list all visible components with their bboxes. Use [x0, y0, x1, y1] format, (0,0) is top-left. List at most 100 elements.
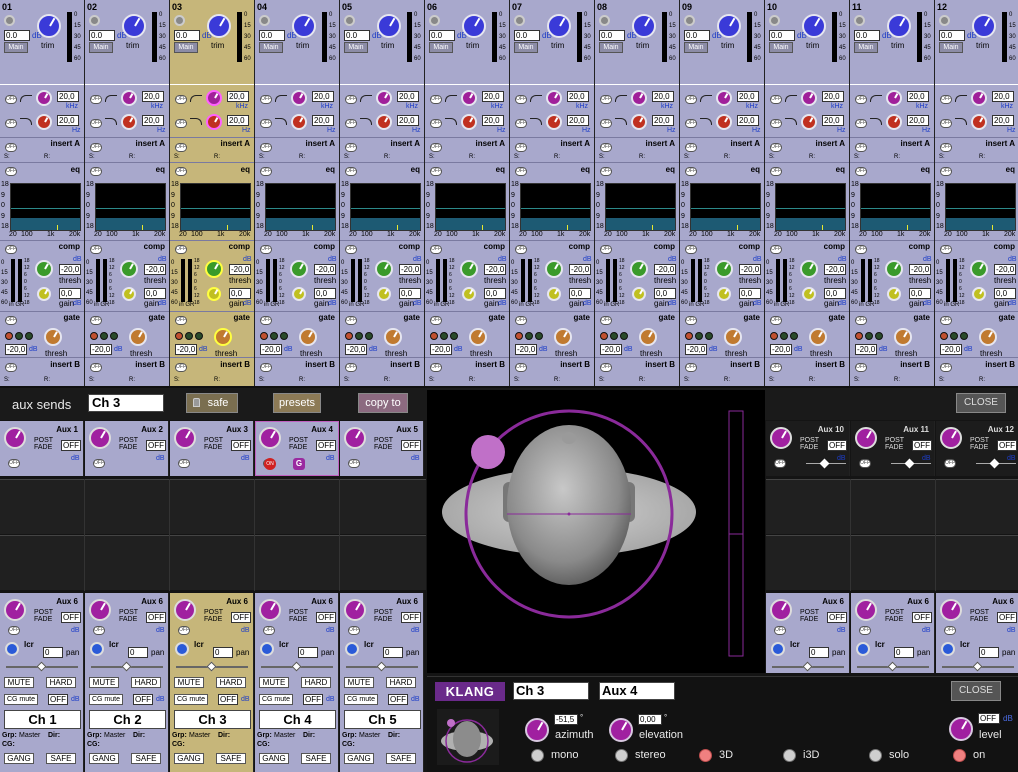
gang-button[interactable]: GANG — [89, 753, 119, 764]
comp-threshold-field[interactable]: -20,0 — [314, 264, 336, 275]
aux-6-send-knob[interactable] — [344, 599, 366, 621]
comp-gain-field[interactable]: 0,0 — [144, 288, 166, 299]
trim-knob[interactable] — [292, 14, 316, 38]
aux-pan-handle[interactable] — [989, 458, 1000, 469]
klang-channel-field[interactable]: Ch 3 — [513, 682, 589, 700]
aux-send-cell[interactable]: Aux 3 POST FADE OFF dB OFF — [170, 421, 254, 476]
comp-gain-field[interactable]: 0,0 — [399, 288, 421, 299]
lpf-knob[interactable] — [461, 114, 477, 130]
insert-a-off-button[interactable]: OFF — [90, 143, 102, 152]
comp-gain-field[interactable]: 0,0 — [569, 288, 591, 299]
pan-slider-handle[interactable] — [121, 661, 132, 672]
pan-slider-handle[interactable] — [206, 661, 217, 672]
insert-b-off-button[interactable]: OFF — [5, 363, 17, 372]
mode-radio-3d[interactable] — [699, 749, 712, 762]
hpf-knob[interactable] — [376, 90, 392, 106]
mode-radio-solo[interactable] — [869, 749, 882, 762]
lpf-off-button[interactable]: OFF — [515, 119, 527, 128]
hard-button[interactable]: HARD — [301, 677, 331, 688]
gate-threshold-field[interactable]: -20,0 — [685, 344, 707, 355]
pan-slider-handle[interactable] — [36, 661, 47, 672]
gate-off-button[interactable]: OFF — [685, 316, 697, 325]
hpf-knob[interactable] — [36, 90, 52, 106]
gate-threshold-field[interactable]: -20,0 — [430, 344, 452, 355]
pan-slider-handle[interactable] — [972, 661, 983, 672]
spatial-panner[interactable] — [427, 390, 765, 673]
lpf-off-button[interactable]: OFF — [600, 119, 612, 128]
gate-off-button[interactable]: OFF — [430, 316, 442, 325]
aux-off-button[interactable]: OFF — [93, 626, 105, 635]
mute-button[interactable]: MUTE — [174, 677, 204, 688]
aux-off-field[interactable]: OFF — [827, 612, 847, 623]
gang-button[interactable]: GANG — [344, 753, 374, 764]
channel-name-box[interactable]: Ch 4 — [259, 710, 336, 729]
eq-off-button[interactable]: OFF — [685, 167, 697, 176]
insert-b-off-button[interactable]: OFF — [770, 363, 782, 372]
lpf-off-button[interactable]: OFF — [260, 119, 272, 128]
gate-threshold-field[interactable]: -20,0 — [770, 344, 792, 355]
insert-a-off-button[interactable]: OFF — [5, 143, 17, 152]
phase-icon[interactable] — [684, 15, 695, 26]
close-aux-button[interactable]: CLOSE — [956, 393, 1006, 413]
aux-off-button[interactable]: OFF — [859, 459, 871, 468]
aux-off-field[interactable]: OFF — [827, 440, 847, 451]
gate-off-button[interactable]: OFF — [90, 316, 102, 325]
channel-name-box[interactable]: Ch 3 — [174, 710, 251, 729]
gate-threshold-knob[interactable] — [894, 328, 912, 346]
main-button[interactable]: Main — [344, 42, 368, 53]
input-gain-field[interactable]: 0.0 — [429, 30, 455, 41]
lpf-off-button[interactable]: OFF — [90, 119, 102, 128]
aux-send-cell[interactable]: Aux 4POSTFADEOFFdBOFFONG — [255, 421, 339, 476]
main-button[interactable]: Main — [89, 42, 113, 53]
input-gain-field[interactable]: 0.0 — [4, 30, 30, 41]
insert-a-off-button[interactable]: OFF — [515, 143, 527, 152]
insert-a-off-button[interactable]: OFF — [345, 143, 357, 152]
aux-6-send-knob[interactable] — [89, 599, 111, 621]
lpf-off-button[interactable]: OFF — [685, 119, 697, 128]
lpf-off-button[interactable]: OFF — [345, 119, 357, 128]
comp-gain-field[interactable]: 0,0 — [909, 288, 931, 299]
mute-button[interactable]: MUTE — [344, 677, 374, 688]
pan-knob[interactable] — [771, 642, 785, 656]
comp-threshold-field[interactable]: -20,0 — [909, 264, 931, 275]
aux-group-button[interactable]: G — [293, 458, 305, 470]
insert-a-off-button[interactable]: OFF — [685, 143, 697, 152]
cg-off-field[interactable]: OFF — [388, 694, 408, 705]
gate-off-button[interactable]: OFF — [345, 316, 357, 325]
hpf-knob[interactable] — [121, 90, 137, 106]
aux-send-cell[interactable]: Aux 5 POST FADE OFF dB OFF — [340, 421, 424, 476]
input-gain-field[interactable]: 0.0 — [514, 30, 540, 41]
aux-off-button[interactable]: OFF — [774, 626, 786, 635]
gate-off-button[interactable]: OFF — [940, 316, 952, 325]
comp-off-button[interactable]: OFF — [345, 245, 357, 254]
trim-knob[interactable] — [547, 14, 571, 38]
insert-b-off-button[interactable]: OFF — [345, 363, 357, 372]
channel-name-field[interactable]: Ch 3 — [88, 394, 164, 412]
gate-off-button[interactable]: OFF — [855, 316, 867, 325]
aux-off-button[interactable]: OFF — [8, 626, 20, 635]
gate-threshold-field[interactable]: -20,0 — [345, 344, 367, 355]
pan-slider-handle[interactable] — [291, 661, 302, 672]
gate-threshold-knob[interactable] — [724, 328, 742, 346]
aux-off-field[interactable]: OFF — [146, 612, 166, 623]
eq-graph[interactable] — [945, 183, 1016, 231]
lpf-off-button[interactable]: OFF — [940, 119, 952, 128]
gate-threshold-knob[interactable] — [129, 328, 147, 346]
eq-off-button[interactable]: OFF — [5, 167, 17, 176]
pan-value-field[interactable]: 0 — [894, 647, 914, 658]
safe-button[interactable]: SAFE — [216, 753, 246, 764]
channel-name-box[interactable]: Ch 5 — [344, 710, 421, 729]
eq-off-button[interactable]: OFF — [940, 167, 952, 176]
trim-knob[interactable] — [377, 14, 401, 38]
aux-off-field[interactable]: OFF — [61, 612, 81, 623]
main-button[interactable]: Main — [854, 42, 878, 53]
insert-b-off-button[interactable]: OFF — [515, 363, 527, 372]
hard-button[interactable]: HARD — [46, 677, 76, 688]
gate-off-button[interactable]: OFF — [175, 316, 187, 325]
presets-button[interactable]: presets — [273, 393, 321, 413]
gate-threshold-knob[interactable] — [554, 328, 572, 346]
pan-value-field[interactable]: 0 — [128, 647, 148, 658]
input-gain-field[interactable]: 0.0 — [259, 30, 285, 41]
cg-off-field[interactable]: OFF — [303, 694, 323, 705]
hpf-knob[interactable] — [631, 90, 647, 106]
